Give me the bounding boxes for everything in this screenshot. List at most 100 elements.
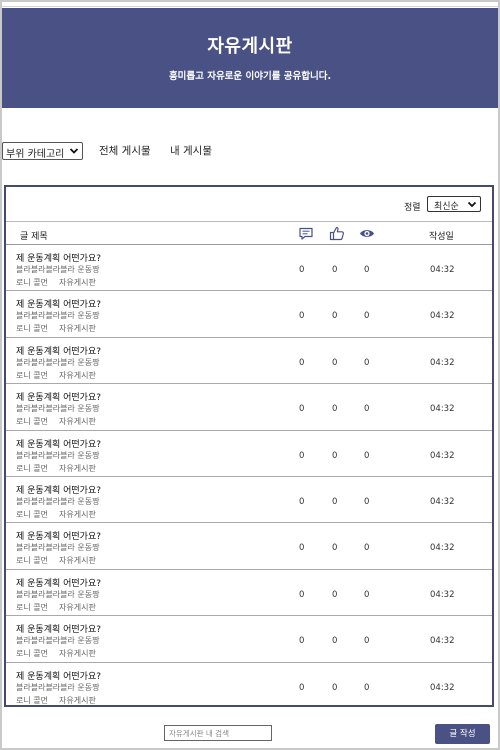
post-view-count: 0 xyxy=(364,496,370,507)
post-preview: 블라블라블라블라 운동짱 xyxy=(16,636,100,646)
post-title: 제 운동계획 어떤가요? xyxy=(16,532,102,543)
post-board-name: 자유게시판 xyxy=(59,556,96,566)
write-post-button[interactable]: 글 작성 xyxy=(435,724,490,744)
table-row[interactable]: 제 운동계획 어떤가요? 블라블라블라블라 운동짱 로니 콜먼 자유게시판 0 0 0 04:… xyxy=(6,523,492,570)
post-title: 제 운동계획 어떤가요? xyxy=(16,625,102,636)
post-author: 로니 콜먼 xyxy=(16,649,48,659)
post-like-count: 0 xyxy=(332,543,338,554)
board-search-input[interactable] xyxy=(164,725,272,741)
sort-label: 정렬 xyxy=(404,203,421,213)
table-header: 글 제목 작성일 xyxy=(6,221,492,245)
post-view-count: 0 xyxy=(364,636,370,647)
post-comment-count: 0 xyxy=(299,682,305,693)
post-title: 제 운동계획 어떤가요? xyxy=(16,254,102,264)
post-preview: 블라블라블라블라 운동짱 xyxy=(16,543,100,553)
chevron-down-icon xyxy=(467,201,477,208)
category-select[interactable]: 부위 카테고리 xyxy=(2,142,83,160)
post-comment-count: 0 xyxy=(299,265,305,275)
post-list: 제 운동계획 어떤가요? 블라블라블라블라 운동짱 로니 콜먼 자유게시판 0 0 0 04:… xyxy=(6,245,492,705)
post-board-name: 자유게시판 xyxy=(59,649,96,659)
post-time: 04:32 xyxy=(430,589,455,600)
post-author: 로니 콜먼 xyxy=(16,463,48,473)
post-view-count: 0 xyxy=(364,404,370,415)
post-preview: 블라블라블라블라 운동짱 xyxy=(16,265,100,274)
post-time: 04:32 xyxy=(430,311,455,322)
post-time: 04:32 xyxy=(430,265,455,275)
post-board-name: 자유게시판 xyxy=(59,509,96,519)
post-like-count: 0 xyxy=(332,589,338,600)
post-preview: 블라블라블라블라 운동짱 xyxy=(16,357,100,367)
eye-icon xyxy=(360,230,374,237)
post-comment-count: 0 xyxy=(299,543,305,554)
table-row[interactable]: 제 운동계획 어떤가요? 블라블라블라블라 운동짱 로니 콜먼 자유게시판 0 0 0 04:… xyxy=(6,338,492,385)
post-like-count: 0 xyxy=(332,682,338,693)
post-board-name: 자유게시판 xyxy=(59,324,96,334)
column-date-header: 작성일 xyxy=(429,232,454,242)
post-view-count: 0 xyxy=(364,682,370,693)
table-row[interactable]: 제 운동계획 어떤가요? 블라블라블라블라 운동짱 로니 콜먼 자유게시판 0 0 0 04:… xyxy=(6,570,492,617)
table-row[interactable]: 제 운동계획 어떤가요? 블라블라블라블라 운동짱 로니 콜먼 자유게시판 0 0 0 04:… xyxy=(6,384,492,431)
post-view-count: 0 xyxy=(364,450,370,461)
sort-select-value: 최신순 xyxy=(434,202,459,212)
post-title: 제 운동계획 어떤가요? xyxy=(16,346,102,357)
post-author: 로니 콜먼 xyxy=(16,324,48,334)
post-title: 제 운동계획 어떤가요? xyxy=(16,578,102,589)
post-author: 로니 콜먼 xyxy=(16,370,48,380)
post-author: 로니 콜먼 xyxy=(16,695,48,705)
post-title: 제 운동계획 어떤가요? xyxy=(16,393,102,404)
category-select-value: 부위 카테고리 xyxy=(6,149,65,160)
post-author: 로니 콜먼 xyxy=(16,417,48,427)
post-title: 제 운동계획 어떤가요? xyxy=(16,671,102,682)
post-comment-count: 0 xyxy=(299,404,305,415)
page-header: 자유게시판 흥미롭고 자유로운 이야기를 공유합니다. xyxy=(2,8,498,108)
table-row[interactable]: 제 운동계획 어떤가요? 블라블라블라블라 운동짱로니 콜먼 자유게시판 0 0 0 04:… xyxy=(6,616,492,663)
thumbs-up-icon xyxy=(329,226,344,241)
nav-all-posts[interactable]: 전체 게시물 xyxy=(99,143,151,158)
post-time: 04:32 xyxy=(430,682,455,693)
comment-icon xyxy=(299,227,313,240)
post-author: 로니 콜먼 xyxy=(16,602,48,612)
post-preview: 블라블라블라블라 운동짱 xyxy=(16,496,100,506)
post-title: 제 운동계획 어떤가요? xyxy=(16,300,102,311)
post-preview: 블라블라블라블라 운동짱 xyxy=(16,404,100,414)
page-subtitle: 흥미롭고 자유로운 이야기를 공유합니다. xyxy=(168,71,332,82)
post-preview: 블라블라블라블라 운동짱 xyxy=(16,450,100,460)
post-time: 04:32 xyxy=(430,636,455,647)
post-like-count: 0 xyxy=(332,450,338,461)
post-comment-count: 0 xyxy=(299,636,305,647)
post-preview: 블라블라블라블라 운동짱 xyxy=(16,682,100,692)
post-title: 제 운동계획 어떤가요? xyxy=(16,485,102,496)
post-like-count: 0 xyxy=(332,357,338,368)
post-comment-count: 0 xyxy=(299,496,305,507)
post-preview: 블라블라블라블라 운동짱 xyxy=(16,311,100,321)
chevron-down-icon xyxy=(69,148,79,154)
post-board-name: 자유게시판 xyxy=(59,463,96,473)
post-comment-count: 0 xyxy=(299,589,305,600)
post-time: 04:32 xyxy=(430,543,455,554)
post-author: 로니 콜먼 xyxy=(16,556,48,566)
post-board-name: 자유게시판 xyxy=(59,695,96,705)
table-row[interactable]: 제 운동계획 어떤가요? 블라블라블라블라 운동짱 로니 콜먼 자유게시판 0 0 0 04:… xyxy=(6,431,492,477)
post-board-name: 자유게시판 xyxy=(59,602,96,612)
post-board: 정렬 최신순 글 제목 작성일 제 운동계획 어떤가요? 블라블라블라블라 운동짱… xyxy=(4,185,494,707)
table-row[interactable]: 제 운동계획 어떤가요? 블라블라블라블라 운동짱로니 콜먼 자유게시판 0 0 0 04:… xyxy=(6,663,492,705)
post-time: 04:32 xyxy=(430,496,455,507)
page-title: 자유게시판 xyxy=(207,36,293,57)
post-author: 로니 콜먼 xyxy=(16,509,48,519)
post-like-count: 0 xyxy=(332,404,338,415)
post-view-count: 0 xyxy=(364,589,370,600)
top-bar xyxy=(2,2,498,7)
sort-select[interactable]: 최신순 xyxy=(427,196,481,212)
post-author: 로니 콜먼 xyxy=(16,278,48,287)
column-title-header: 글 제목 xyxy=(20,232,48,242)
post-view-count: 0 xyxy=(364,311,370,322)
post-time: 04:32 xyxy=(430,450,455,461)
table-row[interactable]: 제 운동계획 어떤가요? 블라블라블라블라 운동짱 로니 콜먼 자유게시판 0 0 0 04:… xyxy=(6,245,492,292)
post-time: 04:32 xyxy=(430,404,455,415)
post-like-count: 0 xyxy=(332,636,338,647)
post-comment-count: 0 xyxy=(299,357,305,368)
nav-my-posts[interactable]: 내 게시물 xyxy=(170,143,212,158)
table-row[interactable]: 제 운동계획 어떤가요? 블라블라블라블라 운동짱 로니 콜먼 자유게시판 0 0 0 04:… xyxy=(6,291,492,338)
post-comment-count: 0 xyxy=(299,311,305,322)
table-row[interactable]: 제 운동계획 어떤가요? 블라블라블라블라 운동짱 로니 콜먼 자유게시판 0 0 0 04:… xyxy=(6,477,492,524)
